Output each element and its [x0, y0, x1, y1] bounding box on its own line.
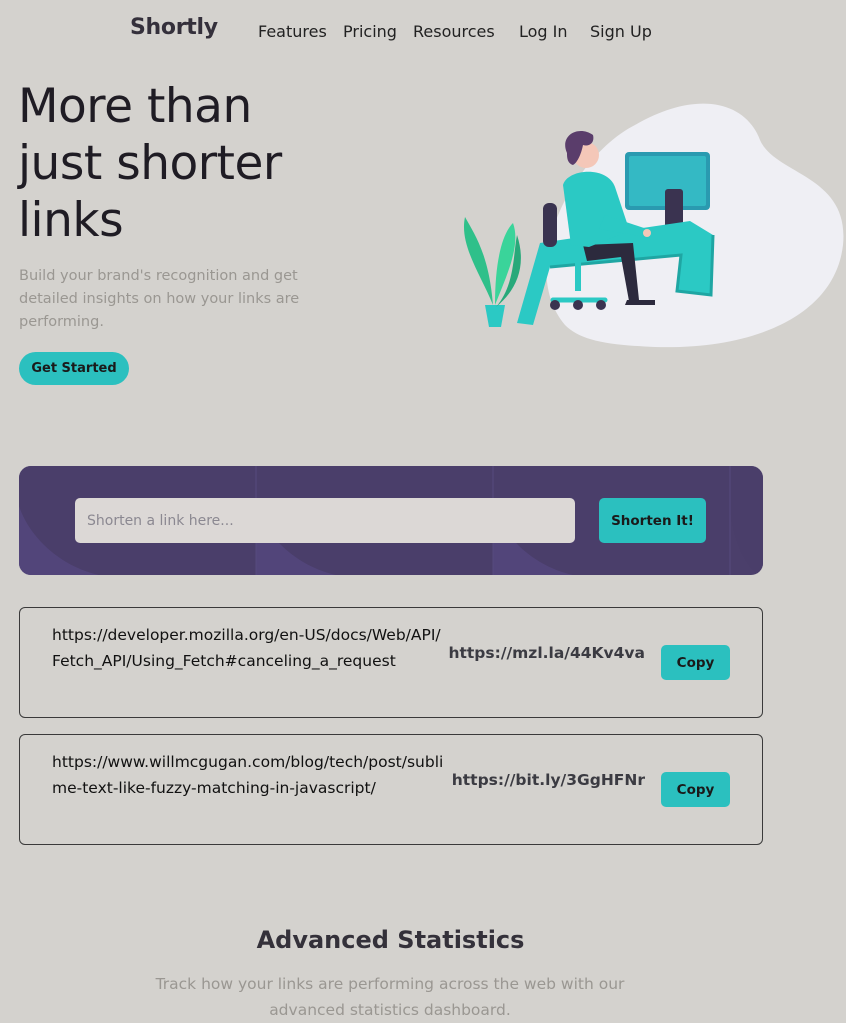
person-working-at-desk-illustration — [463, 103, 844, 348]
copy-button[interactable]: Copy — [661, 772, 730, 807]
nav-login-link[interactable]: Log In — [519, 22, 568, 41]
copy-button[interactable]: Copy — [661, 645, 730, 680]
statistics-title: Advanced Statistics — [256, 926, 525, 954]
shortened-link-card: https://developer.mozilla.org/en-US/docs… — [19, 607, 763, 718]
nav-signup-link[interactable]: Sign Up — [590, 22, 652, 41]
nav-link-features[interactable]: Features — [258, 22, 327, 41]
short-url[interactable]: https://bit.ly/3GgHFNr — [452, 771, 645, 789]
shorten-it-button[interactable]: Shorten It! — [599, 498, 706, 543]
shortened-link-card: https://www.willmcgugan.com/blog/tech/po… — [19, 734, 763, 845]
nav-link-pricing[interactable]: Pricing — [343, 22, 397, 41]
hero-description: Build your brand's recognition and get d… — [19, 268, 300, 330]
get-started-button[interactable]: Get Started — [19, 352, 129, 385]
short-url[interactable]: https://mzl.la/44Kv4va — [448, 644, 645, 662]
hero-title: More than just shorter links — [18, 79, 282, 248]
logo[interactable]: Shortly — [130, 15, 218, 40]
shorten-url-input[interactable] — [75, 498, 575, 543]
original-url: https://developer.mozilla.org/en-US/docs… — [52, 626, 441, 670]
nav-link-resources[interactable]: Resources — [413, 22, 495, 41]
statistics-description: Track how your links are performing acro… — [155, 975, 625, 1019]
top-navigation: Shortly Features Pricing Resources Log I… — [0, 0, 846, 66]
original-url: https://www.willmcgugan.com/blog/tech/po… — [52, 753, 444, 797]
shorten-panel: Shorten It! — [19, 466, 763, 575]
